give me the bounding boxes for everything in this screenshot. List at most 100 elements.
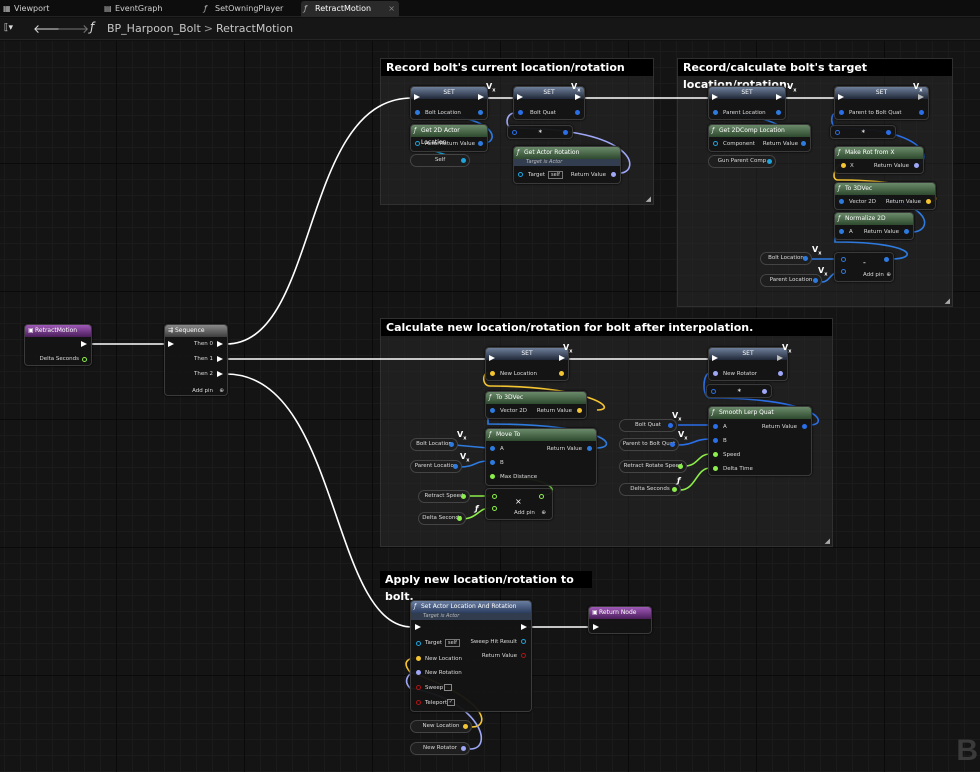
float-pin[interactable]	[492, 506, 497, 511]
exec-in-pin[interactable]	[168, 341, 174, 347]
retract-speed-getter[interactable]: Retract Speed	[418, 490, 470, 503]
vector2d-pin[interactable]	[449, 442, 454, 447]
bool-pin[interactable]	[416, 685, 421, 690]
to-3dvec-node[interactable]: ƒ To 3DVec Vector 2D Return Value	[834, 182, 936, 210]
vector2d-pin[interactable]	[453, 464, 458, 469]
forward-arrow-icon[interactable]: 🡒	[57, 21, 89, 36]
exec-in-pin[interactable]	[415, 624, 421, 630]
get-2d-actor-location-node[interactable]: ƒ Get 2D Actor Location Actor Return Valu…	[410, 124, 488, 152]
bolt-location-getter[interactable]: Bolt Location	[410, 438, 458, 451]
vector2d-pin[interactable]	[713, 110, 718, 115]
exec-out-pin[interactable]	[575, 94, 581, 100]
float-pin[interactable]	[672, 487, 677, 492]
add-pin-button[interactable]: Add pin	[192, 387, 213, 395]
breadcrumb-current[interactable]: RetractMotion	[216, 22, 293, 35]
vector-pin[interactable]	[559, 371, 564, 376]
quat-pin[interactable]	[839, 110, 844, 115]
set-new-location-node[interactable]: SET New Location	[485, 347, 569, 381]
smooth-lerp-quat-node[interactable]: ƒ Smooth Lerp Quat A Return Value B Speed…	[708, 406, 812, 476]
bookmark-icon[interactable]: ⟦▾	[4, 23, 13, 33]
quat-pin[interactable]	[802, 424, 807, 429]
normalize-2d-node[interactable]: ƒ Normalize 2D A Return Value	[834, 212, 914, 240]
float-pin[interactable]	[678, 464, 683, 469]
vector2d-pin[interactable]	[490, 408, 495, 413]
make-rot-from-x-node[interactable]: ƒ Make Rot from X X Return Value	[834, 146, 924, 174]
vector2d-pin[interactable]	[884, 257, 889, 262]
quat-pin[interactable]	[518, 110, 523, 115]
quat-pin[interactable]	[575, 110, 580, 115]
exec-out-pin[interactable]	[81, 341, 87, 347]
parent-to-bolt-quat-getter[interactable]: Parent to Bolt Quat	[619, 438, 679, 451]
float-pin[interactable]	[539, 494, 544, 499]
rotator-pin[interactable]	[713, 371, 718, 376]
move-to-node[interactable]: ƒ Move To A Return Value B Max Distance	[485, 428, 597, 486]
tab-setowningplayer[interactable]: ƒ SetOwningPlayer	[201, 1, 296, 17]
resize-handle-icon[interactable]: ◢	[945, 297, 950, 305]
struct-pin[interactable]	[521, 639, 526, 644]
bool-pin[interactable]	[521, 653, 526, 658]
quat-pin[interactable]	[835, 130, 840, 135]
vector2d-pin[interactable]	[776, 110, 781, 115]
object-pin[interactable]	[416, 641, 421, 646]
exec-in-pin[interactable]	[838, 94, 844, 100]
exec-out-pin[interactable]	[777, 355, 783, 361]
float-pin[interactable]	[492, 494, 497, 499]
plus-circle-icon[interactable]: ⊕	[219, 387, 224, 395]
close-icon[interactable]: ×	[388, 1, 395, 16]
vector2d-pin[interactable]	[490, 460, 495, 465]
new-rotator-getter[interactable]: New Rotator	[410, 742, 470, 755]
vector2d-pin[interactable]	[587, 446, 592, 451]
bolt-quat-getter[interactable]: Bolt Quat	[619, 419, 677, 432]
vector2d-pin[interactable]	[841, 257, 846, 262]
subtract-node[interactable]: - Add pin ⊕	[834, 252, 894, 282]
get-2dcomp-location-node[interactable]: ƒ Get 2DComp Location Component Return Va…	[708, 124, 811, 152]
sweep-checkbox[interactable]	[444, 684, 452, 691]
exec-in-pin[interactable]	[712, 94, 718, 100]
retract-rotate-speed-getter[interactable]: Retract Rotate Speed	[619, 460, 687, 473]
tab-eventgraph[interactable]: ▤ EventGraph	[101, 1, 195, 17]
quat-pin[interactable]	[713, 438, 718, 443]
vector-pin[interactable]	[463, 724, 468, 729]
exec-out-pin[interactable]	[217, 371, 223, 377]
vector2d-pin[interactable]	[803, 256, 808, 261]
delta-seconds-getter[interactable]: Delta Seconds	[619, 483, 681, 496]
add-pin-button[interactable]: Add pin	[863, 271, 884, 279]
vector2d-pin[interactable]	[801, 141, 806, 146]
vector2d-pin[interactable]	[841, 269, 846, 274]
quat-pin[interactable]	[713, 424, 718, 429]
quat-multiply-node[interactable]: ∗	[830, 125, 896, 139]
rotator-pin[interactable]	[914, 163, 919, 168]
quat-pin[interactable]	[563, 130, 568, 135]
quat-pin[interactable]	[919, 110, 924, 115]
exec-in-pin[interactable]	[414, 94, 420, 100]
exec-in-pin[interactable]	[517, 94, 523, 100]
vector2d-pin[interactable]	[813, 278, 818, 283]
plus-circle-icon[interactable]: ⊕	[886, 271, 891, 279]
sequence-node[interactable]: ⇶ Sequence Then 0 Then 1 Then 2 Add pin ⊕	[164, 324, 228, 396]
exec-out-pin[interactable]	[521, 624, 527, 630]
vector-pin[interactable]	[416, 656, 421, 661]
set-parent-location-node[interactable]: SET Parent Location	[708, 86, 786, 120]
to-3dvec-node-mid[interactable]: ƒ To 3DVec Vector 2D Return Value	[485, 391, 587, 419]
parent-location-getter[interactable]: Parent Location	[760, 274, 822, 287]
vector2d-pin[interactable]	[415, 110, 420, 115]
return-node[interactable]: ▣ Return Node	[588, 606, 652, 634]
float-pin[interactable]	[457, 516, 462, 521]
exec-in-pin[interactable]	[489, 355, 495, 361]
exec-out-pin[interactable]	[918, 94, 924, 100]
comment-apply-new[interactable]: Apply new location/rotation to bolt.	[380, 571, 592, 603]
object-pin[interactable]	[415, 141, 420, 146]
bolt-location-getter[interactable]: Bolt Location	[760, 252, 812, 265]
vector2d-pin[interactable]	[478, 110, 483, 115]
object-pin[interactable]	[518, 172, 523, 177]
vector-pin[interactable]	[926, 199, 931, 204]
plus-circle-icon[interactable]: ⊕	[541, 509, 546, 517]
rotator-pin[interactable]	[611, 172, 616, 177]
exec-out-pin[interactable]	[217, 356, 223, 362]
object-pin[interactable]	[713, 141, 718, 146]
new-location-getter[interactable]: New Location	[410, 720, 472, 733]
delta-seconds-getter[interactable]: Delta Seconds	[418, 512, 466, 525]
self-node[interactable]: Self	[410, 154, 470, 167]
exec-in-pin[interactable]	[712, 355, 718, 361]
rotator-pin[interactable]	[762, 389, 767, 394]
